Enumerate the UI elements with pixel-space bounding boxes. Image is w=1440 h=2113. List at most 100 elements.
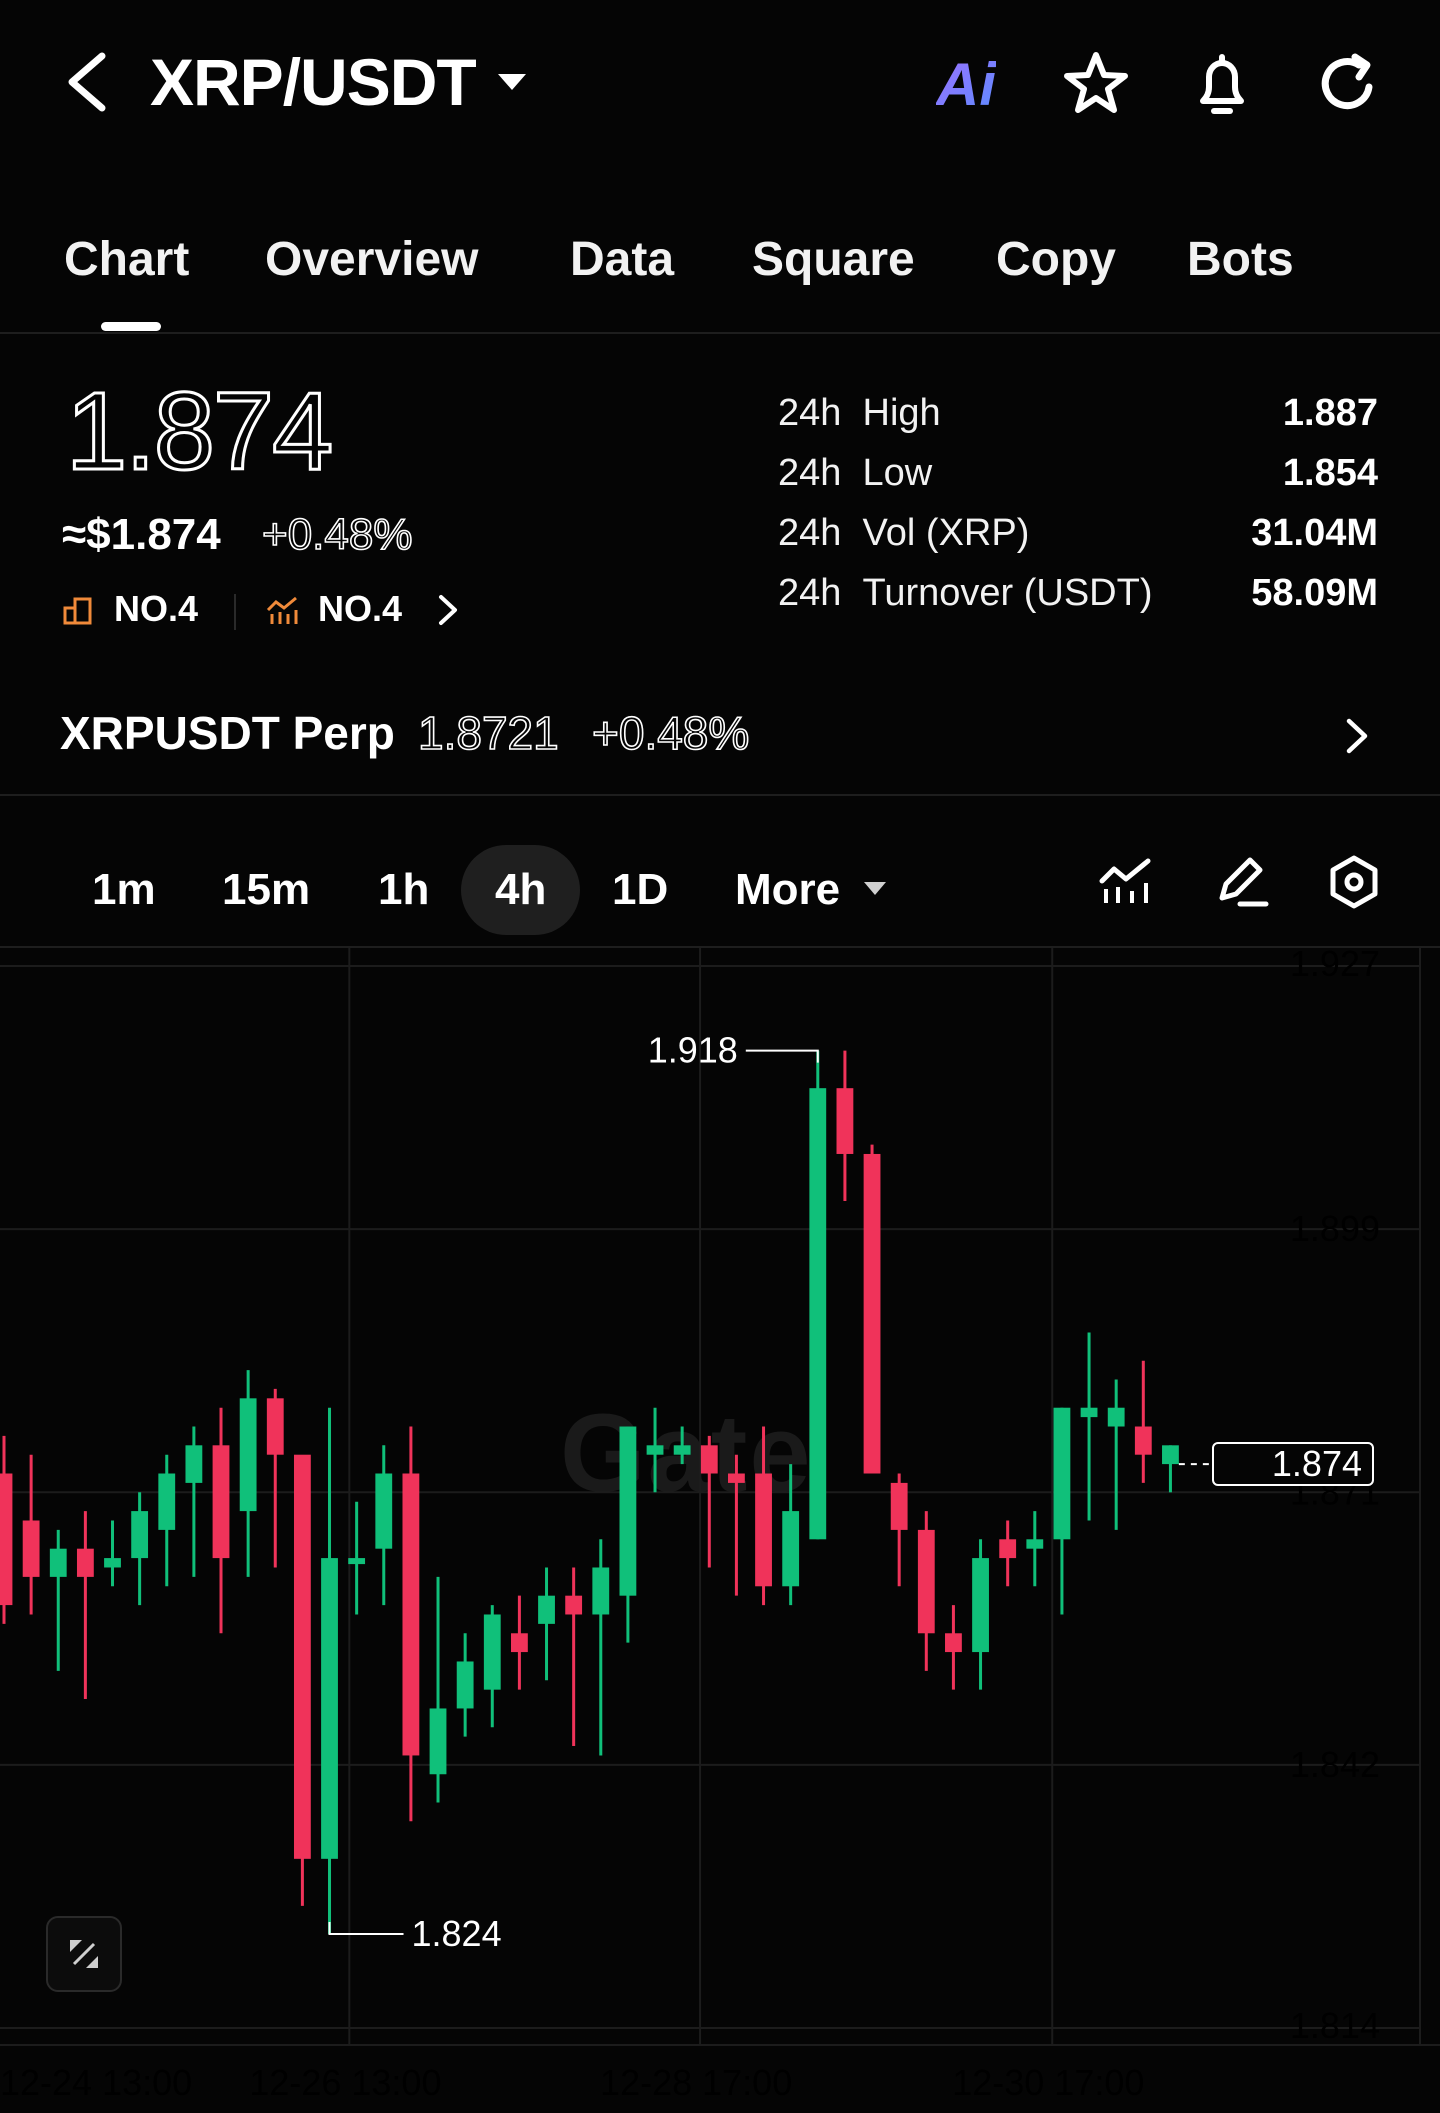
candle-up <box>239 1398 257 1512</box>
candle-up <box>782 1511 800 1587</box>
interval-more[interactable]: More <box>735 845 840 935</box>
candle-up <box>646 1445 664 1455</box>
interval-1m[interactable]: 1m <box>92 845 156 935</box>
candle-up <box>456 1661 474 1709</box>
candle-down <box>293 1454 311 1859</box>
stat-high-label: 24h High <box>778 392 941 434</box>
x-axis-label: 12-30 17:00 <box>952 2062 1144 2103</box>
market-cap-rank[interactable]: NO.4 <box>114 588 198 630</box>
min-price-label: 1.824 <box>412 1913 502 1954</box>
chevron-left-icon <box>68 52 106 112</box>
candle-down <box>917 1529 935 1634</box>
candle-down <box>565 1595 583 1615</box>
stat-high-value: 1.887 <box>1282 392 1378 434</box>
perp-change: +0.48% <box>591 706 750 760</box>
min-leader-line <box>328 1922 404 1936</box>
tab-copy[interactable]: Copy <box>996 232 1116 287</box>
stat-turnover-value: 58.09M <box>1251 572 1378 614</box>
candle-up <box>321 1558 338 1859</box>
alert-button[interactable] <box>1184 46 1260 122</box>
perp-row[interactable]: XRPUSDT Perp 1.8721 +0.48% <box>0 676 1440 796</box>
candle-up <box>1026 1539 1044 1549</box>
pair-title[interactable]: XRP/USDT <box>150 42 477 122</box>
share-button[interactable] <box>1310 46 1386 122</box>
candle-up <box>49 1548 67 1577</box>
chart-settings-button[interactable] <box>1314 842 1394 922</box>
candle-down <box>945 1633 962 1653</box>
current-price-tag: 1.874 <box>1212 1442 1374 1487</box>
candle-up <box>1080 1407 1098 1418</box>
candlestick-chart[interactable]: 1.9181.8241.9271.8991.8711.8421.81412-24… <box>0 948 1440 2113</box>
max-leader-line <box>745 1049 819 1063</box>
interval-15m[interactable]: 15m <box>222 845 310 935</box>
market-cap-rank-icon <box>62 596 94 631</box>
tab-chart[interactable]: Chart <box>64 232 189 287</box>
candle-down <box>510 1633 528 1653</box>
candle-up <box>1107 1407 1125 1427</box>
candle-up <box>185 1445 203 1483</box>
candle-down <box>863 1153 881 1474</box>
expand-icon <box>70 1940 98 1968</box>
candle-up <box>972 1558 989 1653</box>
stat-vol-label: 24h Vol (XRP) <box>778 512 1030 554</box>
candle-up <box>375 1473 393 1549</box>
perp-price: 1.8721 <box>417 706 559 760</box>
y-axis-label: 1.899 <box>1290 1208 1380 1249</box>
x-axis-label: 12-24 13:00 <box>0 2062 192 2103</box>
pair-dropdown-icon[interactable] <box>496 70 528 99</box>
indicator-button[interactable] <box>1086 842 1166 922</box>
chevron-right-icon[interactable] <box>436 592 460 633</box>
rank-divider <box>234 594 236 630</box>
trend-rank[interactable]: NO.4 <box>318 588 402 630</box>
bell-icon <box>1200 54 1244 114</box>
pencil-icon <box>1219 857 1269 907</box>
candle-up <box>538 1595 555 1624</box>
candle-up <box>348 1558 366 1565</box>
tab-bots[interactable]: Bots <box>1187 232 1294 287</box>
interval-1d[interactable]: 1D <box>612 845 668 935</box>
candle-up <box>619 1426 637 1596</box>
y-axis-label: 1.814 <box>1290 2005 1380 2046</box>
back-button[interactable] <box>58 42 118 122</box>
max-price-label: 1.918 <box>648 1030 738 1071</box>
ai-button[interactable]: Ai <box>928 46 1004 122</box>
tab-data[interactable]: Data <box>570 232 674 287</box>
candle-up <box>1053 1407 1071 1540</box>
active-tab-indicator <box>101 322 161 331</box>
candle-down <box>402 1473 420 1756</box>
trend-rank-icon <box>266 596 300 631</box>
draw-button[interactable] <box>1202 842 1282 922</box>
ai-label: Ai <box>936 50 996 118</box>
x-axis-label: 12-26 13:00 <box>249 2062 441 2103</box>
stat-turnover-label: 24h Turnover (USDT) <box>778 572 1153 614</box>
candle-up <box>1162 1445 1179 1465</box>
candle-down <box>700 1445 718 1474</box>
caret-down-icon <box>862 880 888 903</box>
usd-price: ≈$1.874 <box>62 510 221 559</box>
tab-overview[interactable]: Overview <box>265 232 478 287</box>
candle-down <box>728 1473 745 1483</box>
candle-up <box>429 1708 447 1775</box>
x-axis-label: 12-28 17:00 <box>600 2062 792 2103</box>
share-icon <box>1321 53 1373 110</box>
candle-down <box>890 1482 908 1530</box>
candle-up <box>592 1567 610 1615</box>
chevron-right-icon <box>1344 716 1370 761</box>
y-axis-label: 1.927 <box>1290 948 1380 984</box>
settings-icon <box>1330 855 1378 909</box>
candle-down <box>836 1088 854 1154</box>
favorite-button[interactable] <box>1058 46 1134 122</box>
perp-name: XRPUSDT Perp <box>60 707 395 759</box>
fullscreen-button[interactable] <box>46 1916 122 1992</box>
candle-down <box>76 1548 94 1577</box>
candle-down <box>266 1398 284 1455</box>
candle-up <box>809 1088 827 1540</box>
tab-square[interactable]: Square <box>752 232 915 287</box>
interval-1h[interactable]: 1h <box>378 845 429 935</box>
star-icon <box>1064 52 1128 113</box>
price-change: +0.48% <box>261 509 413 560</box>
stat-vol-value: 31.04M <box>1251 512 1378 554</box>
interval-4h[interactable]: 4h <box>461 845 581 935</box>
last-price: 1.874 <box>64 370 334 493</box>
indicator-icon <box>1099 858 1151 903</box>
